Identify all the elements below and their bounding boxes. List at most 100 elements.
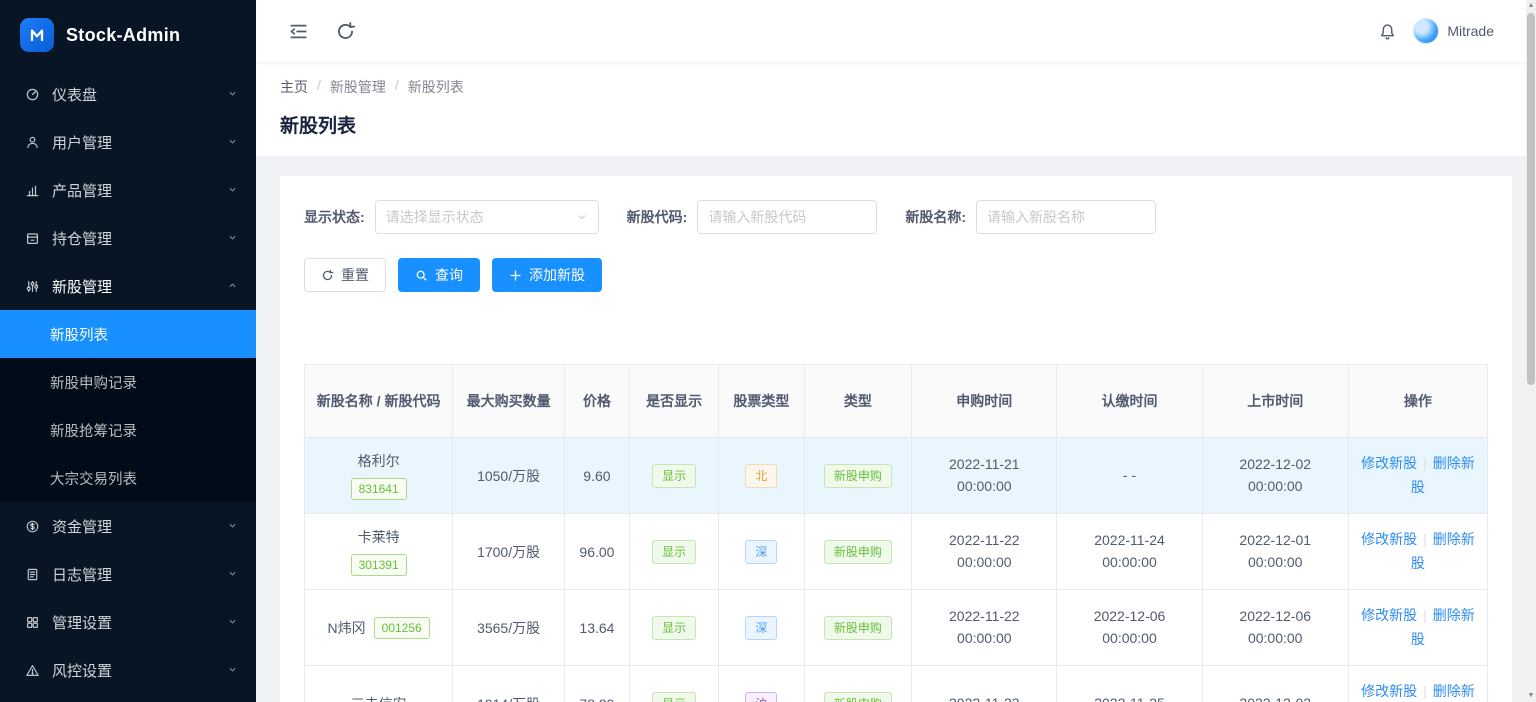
market-badge: 沪 [745,692,777,702]
cell-price: 96.00 [564,514,629,590]
username: Mitrade [1447,23,1494,39]
filter-bar: 显示状态: 请选择显示状态 新股代码: 新股名称: [304,200,1488,234]
cell-price: 13.64 [564,590,629,666]
box-icon [24,231,41,246]
col-header-list-time: 上市时间 [1202,365,1348,438]
edit-stock-link[interactable]: 修改新股 [1361,683,1417,699]
stock-code-badge: 001256 [374,617,430,639]
sidebar-item-label: 产品管理 [52,180,216,201]
breadcrumb: 主页 / 新股管理 / 新股列表 [280,77,1512,97]
sidebar-item-logs[interactable]: 日志管理 [0,550,256,598]
submenu-item-grab-records[interactable]: 新股抢筹记录 [0,406,256,454]
stock-name-input[interactable] [976,200,1156,234]
edit-stock-link[interactable]: 修改新股 [1361,455,1417,471]
link-divider: | [1423,531,1427,547]
status-select[interactable]: 请选择显示状态 [375,200,599,234]
cell-market: 北 [719,438,804,514]
page-scrollbar[interactable]: ▲ ▼ [1526,0,1536,702]
type-badge: 新股申购 [824,464,892,488]
cell-type: 新股申购 [804,590,912,666]
sidebar-item-admin-settings[interactable]: 管理设置 [0,598,256,646]
cell-name: N炜冈 001256 [305,590,453,666]
page-head: 主页 / 新股管理 / 新股列表 新股列表 [256,62,1536,156]
sidebar-item-positions[interactable]: 持仓管理 [0,214,256,262]
cell-name: 三未信安 [305,666,453,702]
main-area: Mitrade 主页 / 新股管理 / 新股列表 新股列表 显示状态: 请选择显… [256,0,1536,702]
cell-visible: 显示 [629,514,718,590]
user-menu[interactable]: Mitrade [1413,18,1494,44]
reset-button[interactable]: 重置 [304,258,386,292]
breadcrumb-item[interactable]: 新股管理 [330,77,386,97]
avatar [1413,18,1439,44]
submenu-item-new-stock-list[interactable]: 新股列表 [0,310,256,358]
cell-max-qty: 1914/万股 [453,666,565,702]
refresh-icon[interactable] [335,21,356,42]
chevron-down-icon [227,86,238,103]
chevron-down-icon [227,662,238,679]
sidebar-item-label: 新股管理 [52,276,216,297]
breadcrumb-home[interactable]: 主页 [280,77,308,97]
sidebar-item-users[interactable]: 用户管理 [0,118,256,166]
status-filter-group: 显示状态: 请选择显示状态 [304,200,599,234]
col-header-pay-time: 认缴时间 [1057,365,1202,438]
col-header-type: 类型 [804,365,912,438]
app-logo: Stock-Admin [0,0,256,70]
cell-subscribe-time: 2022-11-21 00:00:00 [912,438,1057,514]
scrollbar-thumb[interactable] [1527,13,1535,385]
add-stock-button-label: 添加新股 [529,265,585,285]
list-card: 显示状态: 请选择显示状态 新股代码: 新股名称: [280,176,1512,702]
bar-chart-icon [24,183,41,198]
scroll-down-arrow[interactable]: ▼ [1528,690,1535,702]
notification-bell-icon[interactable] [1378,22,1397,41]
stock-name: 卡莱特 [358,527,400,547]
sidebar-item-dashboard[interactable]: 仪表盘 [0,70,256,118]
app-logo-icon [20,18,54,52]
cell-type: 新股申购 [804,514,912,590]
edit-stock-link[interactable]: 修改新股 [1361,607,1417,623]
table-row[interactable]: 三未信安 1914/万股 78.89 显示 沪 新股申购 2022-11-23 … [305,666,1488,702]
sidebar-menu: 仪表盘 用户管理 产品管理 持仓管理 新股管理 新股列表 [0,70,256,702]
collapse-sidebar-icon[interactable] [288,21,309,42]
submenu-item-subscription-records[interactable]: 新股申购记录 [0,358,256,406]
table-header-row: 新股名称 / 新股代码 最大购买数量 价格 是否显示 股票类型 类型 申购时间 … [305,365,1488,438]
add-stock-button[interactable]: 添加新股 [492,258,602,292]
type-badge: 新股申购 [824,616,892,640]
sidebar-item-label: 用户管理 [52,132,216,153]
stock-table: 新股名称 / 新股代码 最大购买数量 价格 是否显示 股票类型 类型 申购时间 … [304,364,1488,702]
delete-stock-link[interactable]: 删除新股 [1411,683,1475,702]
edit-stock-link[interactable]: 修改新股 [1361,531,1417,547]
cell-pay-time: 2022-12-06 00:00:00 [1057,590,1202,666]
delete-stock-link[interactable]: 删除新股 [1411,607,1475,647]
table-row[interactable]: N炜冈 001256 3565/万股 13.64 显示 深 新股申购 2022-… [305,590,1488,666]
sidebar-item-new-stock[interactable]: 新股管理 [0,262,256,310]
cell-market: 深 [719,514,804,590]
chevron-up-icon [227,278,238,295]
sidebar-item-risk-settings[interactable]: 风控设置 [0,646,256,694]
submenu-item-label: 大宗交易列表 [50,468,137,489]
chevron-down-icon [227,134,238,151]
search-icon [415,269,428,282]
delete-stock-link[interactable]: 删除新股 [1411,455,1475,495]
market-badge: 深 [745,616,777,640]
sidebar-item-products[interactable]: 产品管理 [0,166,256,214]
table-row[interactable]: 格利尔 831641 1050/万股 9.60 显示 北 新股申购 2022-1… [305,438,1488,514]
sidebar-item-funds[interactable]: 资金管理 [0,502,256,550]
sidebar: Stock-Admin 仪表盘 用户管理 产品管理 持仓管理 新股管理 [0,0,256,702]
table-row[interactable]: 卡莱特 301391 1700/万股 96.00 显示 深 新股申购 2022-… [305,514,1488,590]
cell-pay-time: 2022-11-24 00:00:00 [1057,514,1202,590]
scroll-up-arrow[interactable]: ▲ [1528,0,1535,12]
cell-name: 卡莱特 301391 [305,514,453,590]
submenu-item-label: 新股列表 [50,324,108,345]
cell-pay-time: 2022-11-25 [1057,666,1202,702]
grid-icon [24,615,41,630]
chevron-down-icon [227,566,238,583]
document-icon [24,567,41,582]
query-button[interactable]: 查询 [398,258,480,292]
delete-stock-link[interactable]: 删除新股 [1411,531,1475,571]
query-button-label: 查询 [435,265,463,285]
cell-max-qty: 1050/万股 [453,438,565,514]
chevron-down-icon [227,182,238,199]
status-filter-label: 显示状态: [304,207,365,227]
stock-code-input[interactable] [697,200,877,234]
submenu-item-block-trade-list[interactable]: 大宗交易列表 [0,454,256,502]
